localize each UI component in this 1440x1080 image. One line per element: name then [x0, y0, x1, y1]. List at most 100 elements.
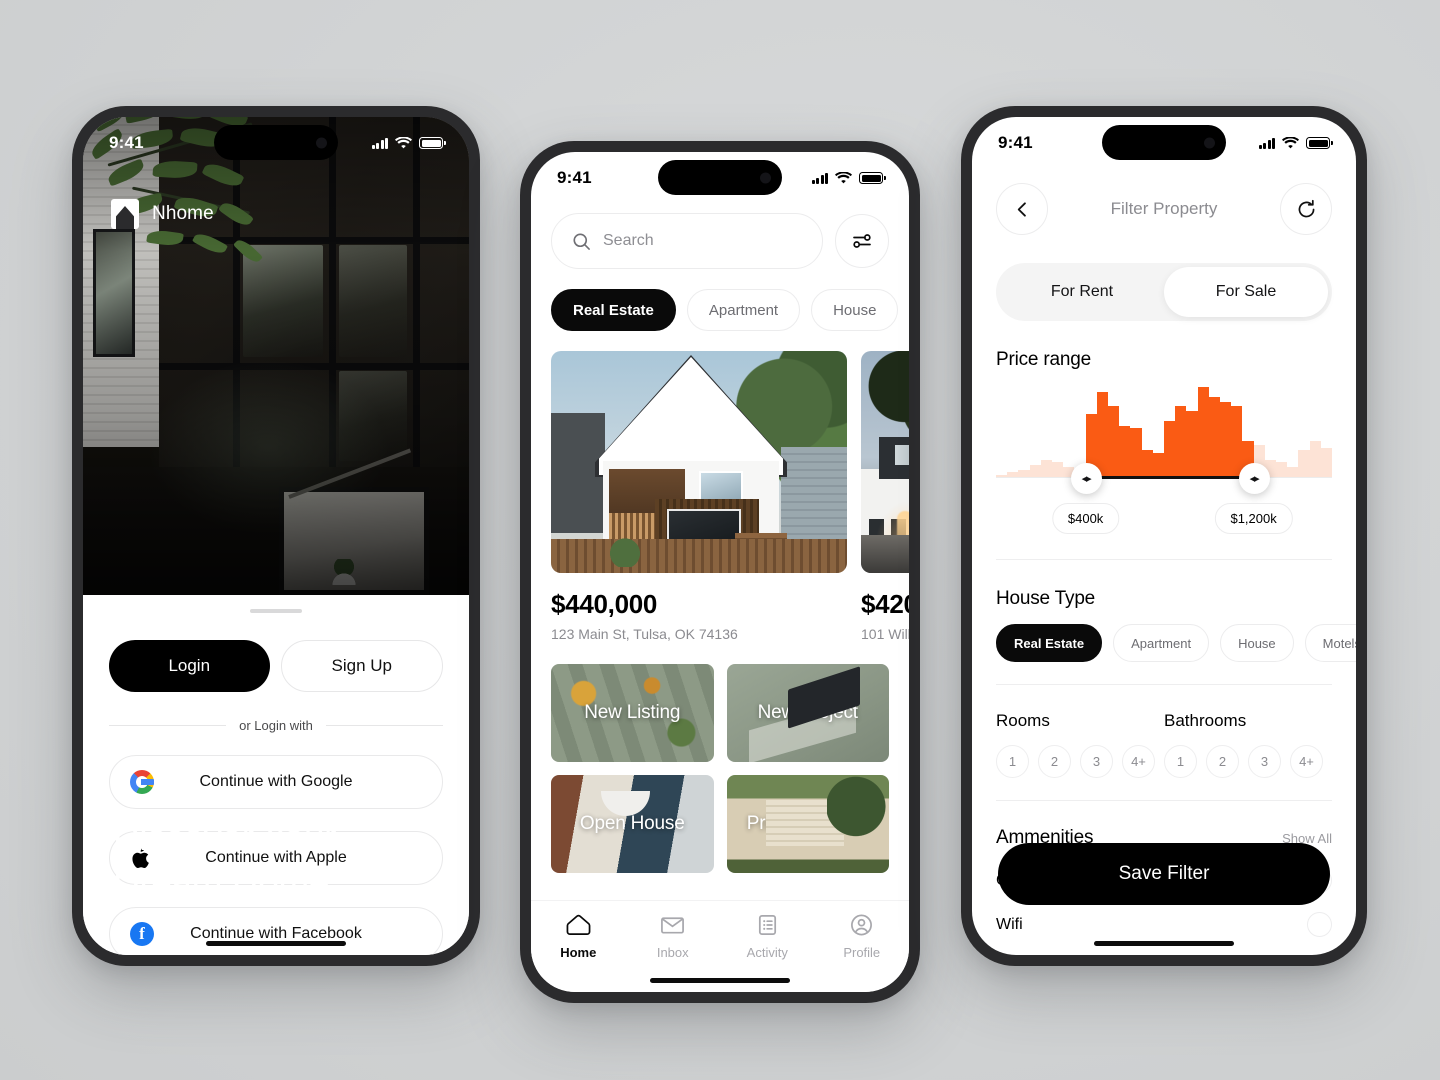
tile-label: Open House — [579, 813, 685, 834]
price-range-histogram: ◂▸ ◂▸ — [996, 387, 1333, 494]
tab-label: Profile — [843, 945, 881, 960]
tab-activity[interactable]: Activity — [720, 913, 815, 960]
tile-label: Price Reduced — [746, 813, 869, 834]
reset-button[interactable] — [1280, 183, 1332, 235]
continue-with-facebook-button[interactable]: f Continue with Facebook — [109, 907, 443, 955]
chip-house[interactable]: House — [811, 289, 899, 331]
histogram-bar — [1186, 411, 1198, 477]
home-indicator — [206, 941, 346, 946]
home-indicator — [650, 978, 790, 983]
hero-title-line-1: Discover Your — [113, 817, 337, 859]
tile-new-listing[interactable]: New Listing — [551, 664, 714, 762]
histogram-bar — [1052, 462, 1064, 477]
tile-open-house[interactable]: Open House — [551, 775, 714, 873]
cellular-signal-icon — [371, 137, 388, 149]
dynamic-island — [1102, 125, 1226, 160]
listing-card[interactable]: $440,000 123 Main St, Tulsa, OK 74136 — [551, 351, 847, 642]
listing-card[interactable]: $420, 101 Willow — [861, 351, 909, 642]
wifi-icon — [395, 136, 412, 148]
auth-buttons: Login Sign Up — [109, 640, 443, 692]
amenity-toggle[interactable] — [1307, 912, 1332, 937]
segment-for-rent[interactable]: For Rent — [1000, 267, 1164, 317]
search-input[interactable]: Search — [551, 213, 823, 269]
bathrooms-option-4plus[interactable]: 4+ — [1290, 745, 1323, 778]
status-time: 9:41 — [109, 133, 144, 152]
search-row: Search — [551, 213, 889, 269]
category-chip-row: Real Estate Apartment House Motels — [551, 289, 899, 331]
divider — [996, 800, 1332, 801]
house-type-real-estate[interactable]: Real Estate — [996, 624, 1103, 662]
bathrooms-option-2[interactable]: 2 — [1206, 745, 1239, 778]
amenity-row-wifi[interactable]: Wifi — [996, 912, 1332, 937]
bathrooms-group: Bathrooms 1 2 3 4+ — [1164, 711, 1332, 778]
status-icons — [811, 171, 883, 185]
histogram-bar — [1298, 450, 1310, 477]
histogram-bar — [1220, 401, 1232, 477]
tile-price-reduced[interactable]: Price Reduced — [726, 775, 889, 873]
status-icons — [371, 136, 443, 150]
house-type-house[interactable]: House — [1220, 624, 1294, 662]
continue-with-google-button[interactable]: Continue with Google — [109, 755, 443, 809]
listing-address: 123 Main St, Tulsa, OK 74136 — [551, 626, 738, 642]
amenity-label: Wifi — [996, 915, 1023, 933]
rooms-title: Rooms — [996, 711, 1050, 730]
histogram-bar — [1164, 421, 1176, 477]
bathrooms-option-3[interactable]: 3 — [1248, 745, 1281, 778]
histogram-bar — [1320, 447, 1333, 477]
tab-profile[interactable]: Profile — [815, 913, 910, 960]
screen-home-feed: 9:41 Search Real Estate Apartment House … — [531, 152, 909, 992]
house-type-motels[interactable]: Motels — [1304, 624, 1356, 662]
histogram-bars — [996, 387, 1333, 477]
histogram-bar — [1276, 462, 1288, 477]
search-placeholder: Search — [603, 232, 654, 249]
tab-inbox[interactable]: Inbox — [626, 913, 721, 960]
range-handle-max[interactable]: ◂▸ — [1238, 463, 1270, 494]
price-max-label: $1,200k — [1214, 503, 1293, 534]
price-range-title: Price range — [996, 349, 1091, 370]
signup-button[interactable]: Sign Up — [280, 640, 443, 692]
house-type-apartment[interactable]: Apartment — [1113, 624, 1210, 662]
status-icons — [1258, 136, 1330, 150]
range-handle-min[interactable]: ◂▸ — [1070, 463, 1102, 494]
page-title: Discover Your Dream Home — [113, 816, 336, 903]
chip-real-estate[interactable]: Real Estate — [551, 289, 676, 331]
sheet-grabber[interactable] — [250, 609, 302, 613]
login-button[interactable]: Login — [109, 640, 270, 692]
filter-button[interactable] — [835, 214, 889, 268]
histogram-bar — [1309, 440, 1321, 477]
histogram-bar — [1130, 428, 1142, 477]
listing-photo — [551, 351, 847, 573]
rooms-option-4plus[interactable]: 4+ — [1122, 745, 1155, 778]
house-type-title: House Type — [996, 588, 1096, 609]
bathrooms-options: 1 2 3 4+ — [1164, 745, 1332, 778]
bathrooms-option-1[interactable]: 1 — [1164, 745, 1197, 778]
histogram-bar — [1018, 469, 1030, 477]
category-tile-grid: New Listing New Project Open House Price… — [551, 664, 889, 873]
segment-for-sale[interactable]: For Sale — [1164, 267, 1328, 317]
rooms-bathrooms-row: Rooms 1 2 3 4+ Bathrooms 1 2 3 4+ — [996, 711, 1332, 778]
rent-sale-toggle: For Rent For Sale — [996, 263, 1332, 321]
listing-carousel[interactable]: $440,000 123 Main St, Tulsa, OK 74136 $4… — [551, 351, 909, 642]
listing-address: 101 Willow — [861, 626, 909, 642]
dynamic-island — [214, 125, 338, 160]
histogram-bar — [1119, 425, 1131, 477]
histogram-bar — [1208, 396, 1221, 477]
phone-onboarding: 9:41 Nhome Discover Your Dream Home Logi… — [72, 106, 480, 966]
tab-home[interactable]: Home — [531, 913, 626, 960]
brand-name: Nhome — [152, 203, 214, 224]
save-filter-button[interactable]: Save Filter — [998, 843, 1330, 905]
phone-home-feed: 9:41 Search Real Estate Apartment House … — [520, 141, 920, 1003]
rooms-option-3[interactable]: 3 — [1080, 745, 1113, 778]
divider — [996, 559, 1332, 560]
tile-new-project[interactable]: New Project — [726, 664, 889, 762]
rooms-option-1[interactable]: 1 — [996, 745, 1029, 778]
range-track — [1085, 476, 1254, 479]
rooms-option-2[interactable]: 2 — [1038, 745, 1071, 778]
bathrooms-title: Bathrooms — [1164, 711, 1247, 730]
tab-label: Inbox — [656, 945, 689, 960]
status-bar: 9:41 — [83, 117, 469, 169]
google-button-label: Continue with Google — [199, 773, 353, 790]
battery-icon — [859, 172, 883, 184]
back-button[interactable] — [996, 183, 1048, 235]
chip-apartment[interactable]: Apartment — [686, 289, 801, 331]
